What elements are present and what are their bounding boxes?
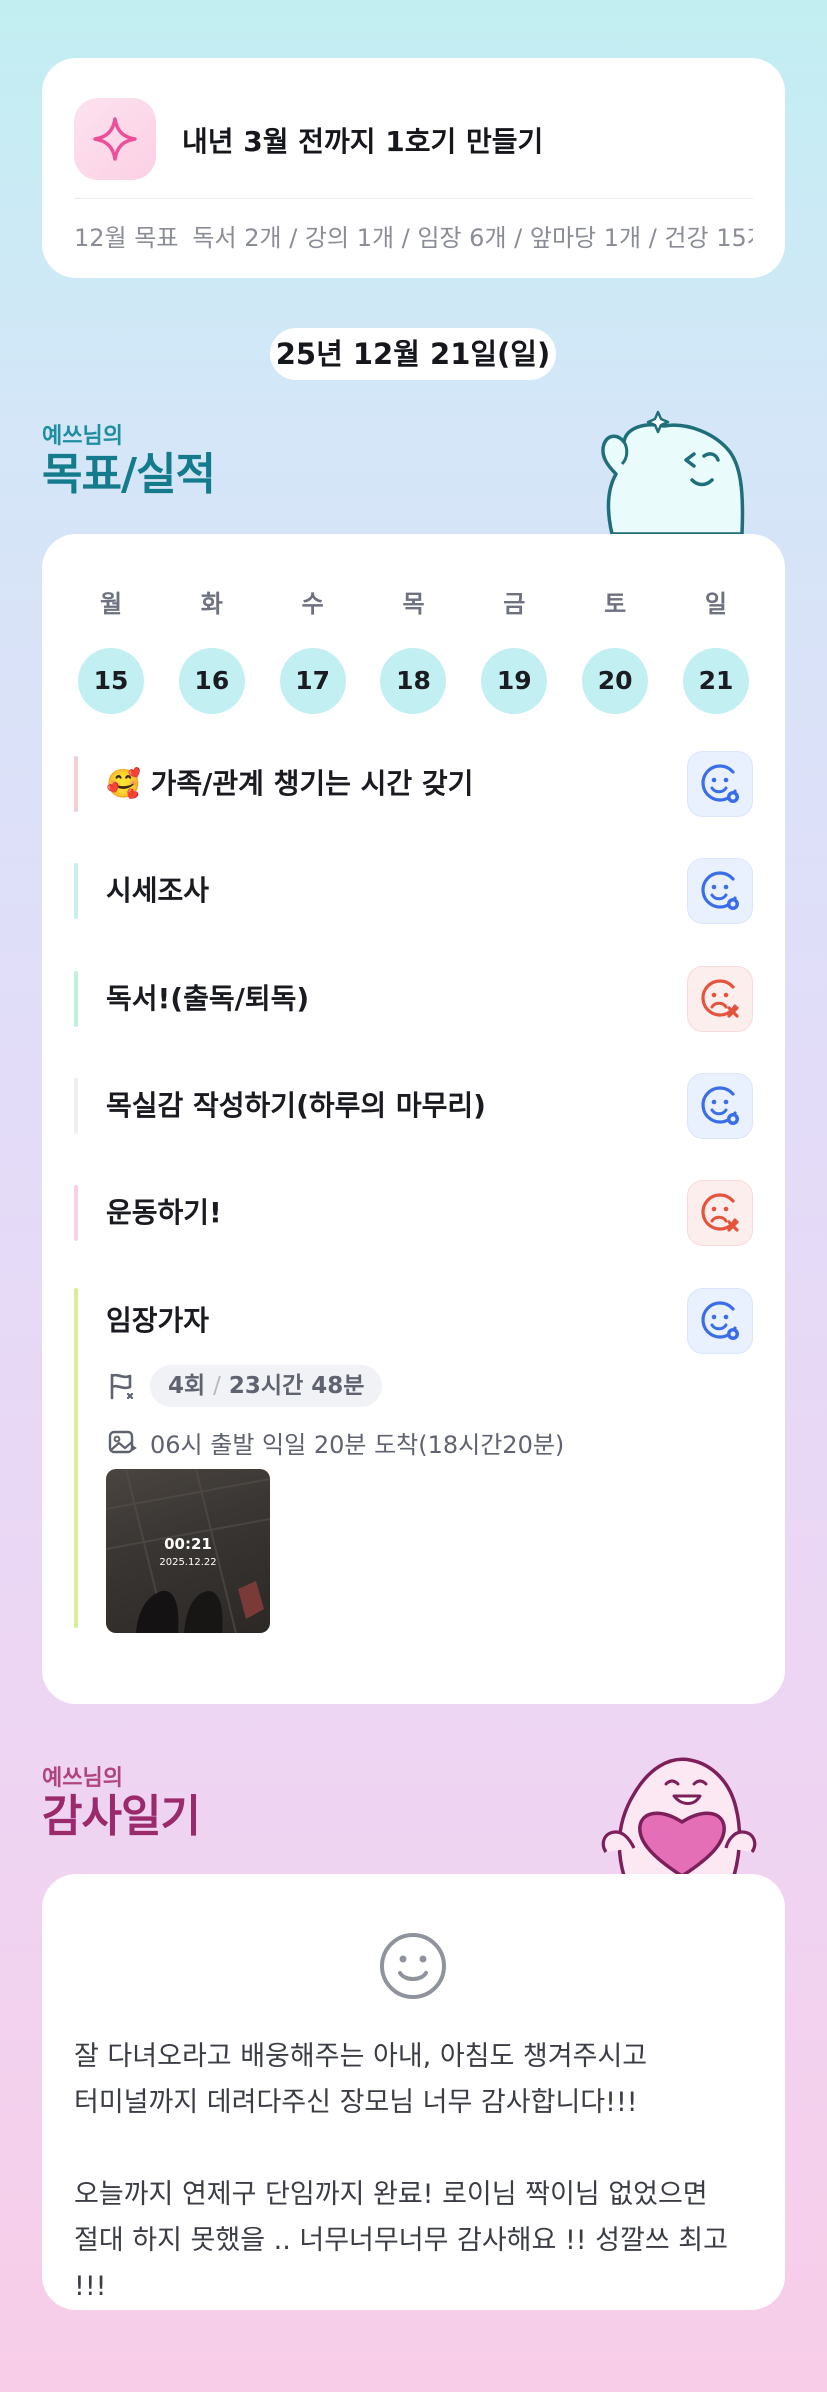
day-column[interactable]: 수 17 (279, 584, 346, 714)
week-calendar: 월 15 화 16 수 17 목 18 금 19 토 20 일 21 (78, 584, 749, 714)
gratitude-card: 잘 다녀오라고 배웅해주는 아내, 아침도 챙겨주시고 터미널까지 데려다주신 … (42, 1874, 785, 2310)
task-row[interactable]: 독서!(출독/퇴독) (74, 963, 753, 1035)
weekday-label: 토 (604, 590, 627, 618)
monthly-goals-label: 12월 목표 (74, 224, 179, 252)
weekday-label: 월 (99, 590, 123, 618)
mascot-heart-illustration (601, 1757, 757, 1876)
date-circle[interactable]: 21 (682, 648, 749, 714)
day-column[interactable]: 토 20 (582, 584, 649, 714)
imjang-note: 06시 출발 익일 20분 도착(18시간20분) (106, 1420, 564, 1464)
thanks-section-title: 감사일기 (42, 1791, 201, 1842)
day-column[interactable]: 일 21 (682, 584, 749, 714)
smile-check-icon[interactable] (687, 858, 753, 924)
date-circle[interactable]: 15 (78, 648, 144, 714)
task-color-bar (74, 1288, 78, 1628)
day-column[interactable]: 금 19 (481, 584, 548, 714)
task-label: 시세조사 (106, 874, 210, 907)
gratitude-text: 잘 다녀오라고 배웅해주는 아내, 아침도 챙겨주시고 터미널까지 데려다주신 … (74, 2041, 728, 2302)
goal-card[interactable]: 내년 3월 전까지 1호기 만들기 12월 목표 독서 2개 / 강의 1개 / … (42, 58, 785, 278)
task-label: 🥰 가족/관계 챙기는 시간 갖기 (106, 767, 474, 800)
weekday-label: 화 (200, 590, 223, 618)
photo-timestamp: 00:21 (164, 1535, 212, 1553)
date-selector[interactable]: 25년 12월 21일(일) (270, 328, 556, 380)
sad-x-icon[interactable] (687, 966, 753, 1032)
task-label: 독서!(출독/퇴독) (106, 982, 310, 1015)
task-label: 운동하기! (106, 1196, 222, 1229)
day-column[interactable]: 화 16 (178, 584, 245, 714)
monthly-goals-items: 독서 2개 / 강의 1개 / 임장 6개 / 앞마당 1개 / 건강 15개 (192, 224, 753, 252)
weekday-label: 목 (402, 590, 425, 618)
day-column[interactable]: 목 18 (380, 584, 447, 714)
sparkle-icon (74, 98, 156, 180)
weekday-label: 일 (704, 590, 728, 618)
task-label: 임장가자 (106, 1304, 210, 1337)
task-row[interactable]: 목실감 작성하기(하루의 마무리) (74, 1070, 753, 1142)
imjang-note-text: 06시 출발 익일 20분 도착(18시간20분) (150, 1430, 565, 1459)
task-label: 목실감 작성하기(하루의 마무리) (106, 1089, 486, 1122)
goals-card: 월 15 화 16 수 17 목 18 금 19 토 20 일 21 🥰 가족/관계 챙기는 … (42, 534, 785, 1704)
task-color-bar (74, 863, 78, 919)
weekday-label: 금 (503, 590, 526, 618)
goal-title: 내년 3월 전까지 1호기 만들기 (182, 125, 544, 158)
imjang-count: 4회 (168, 1373, 206, 1399)
date-circle[interactable]: 16 (178, 648, 245, 714)
goals-section-title: 목표/실적 (42, 449, 216, 500)
monthly-goals: 12월 목표 독서 2개 / 강의 1개 / 임장 6개 / 앞마당 1개 / 건… (74, 218, 753, 254)
smiley-icon (380, 1933, 446, 1999)
imjang-stats-pill: 4회 / 23시간 48분 (150, 1365, 383, 1407)
smile-check-icon[interactable] (687, 751, 753, 817)
imjang-duration: 23시간 48분 (228, 1373, 365, 1399)
mascot-illustration (601, 410, 745, 536)
task-row[interactable]: 운동하기! (74, 1177, 753, 1249)
imjang-stats: 4회 / 23시간 48분 (106, 1364, 383, 1408)
task-color-bar (74, 1185, 78, 1241)
task-color-bar (74, 756, 78, 812)
photo-note-icon (108, 1430, 137, 1454)
weekday-label: 수 (301, 590, 324, 618)
pill-separator: / (213, 1373, 221, 1399)
task-row[interactable]: 🥰 가족/관계 챙기는 시간 갖기 (74, 748, 753, 820)
photo-datestamp: 2025.12.22 (159, 1557, 217, 1568)
date-circle[interactable]: 19 (481, 648, 548, 714)
task-row[interactable]: 시세조사 (74, 855, 753, 927)
imjang-photo[interactable]: 00:21 2025.12.22 (106, 1469, 270, 1633)
flag-icon (110, 1373, 134, 1400)
divider (74, 198, 753, 199)
sad-x-icon[interactable] (687, 1180, 753, 1246)
task-color-bar (74, 971, 78, 1027)
date-circle[interactable]: 17 (279, 648, 346, 714)
day-column[interactable]: 월 15 (78, 584, 144, 714)
date-circle[interactable]: 18 (380, 648, 447, 714)
task-row[interactable]: 임장가자 (74, 1285, 753, 1357)
smile-check-icon[interactable] (687, 1288, 753, 1354)
smile-check-icon[interactable] (687, 1073, 753, 1139)
task-color-bar (74, 1078, 78, 1134)
date-circle[interactable]: 20 (582, 648, 649, 714)
